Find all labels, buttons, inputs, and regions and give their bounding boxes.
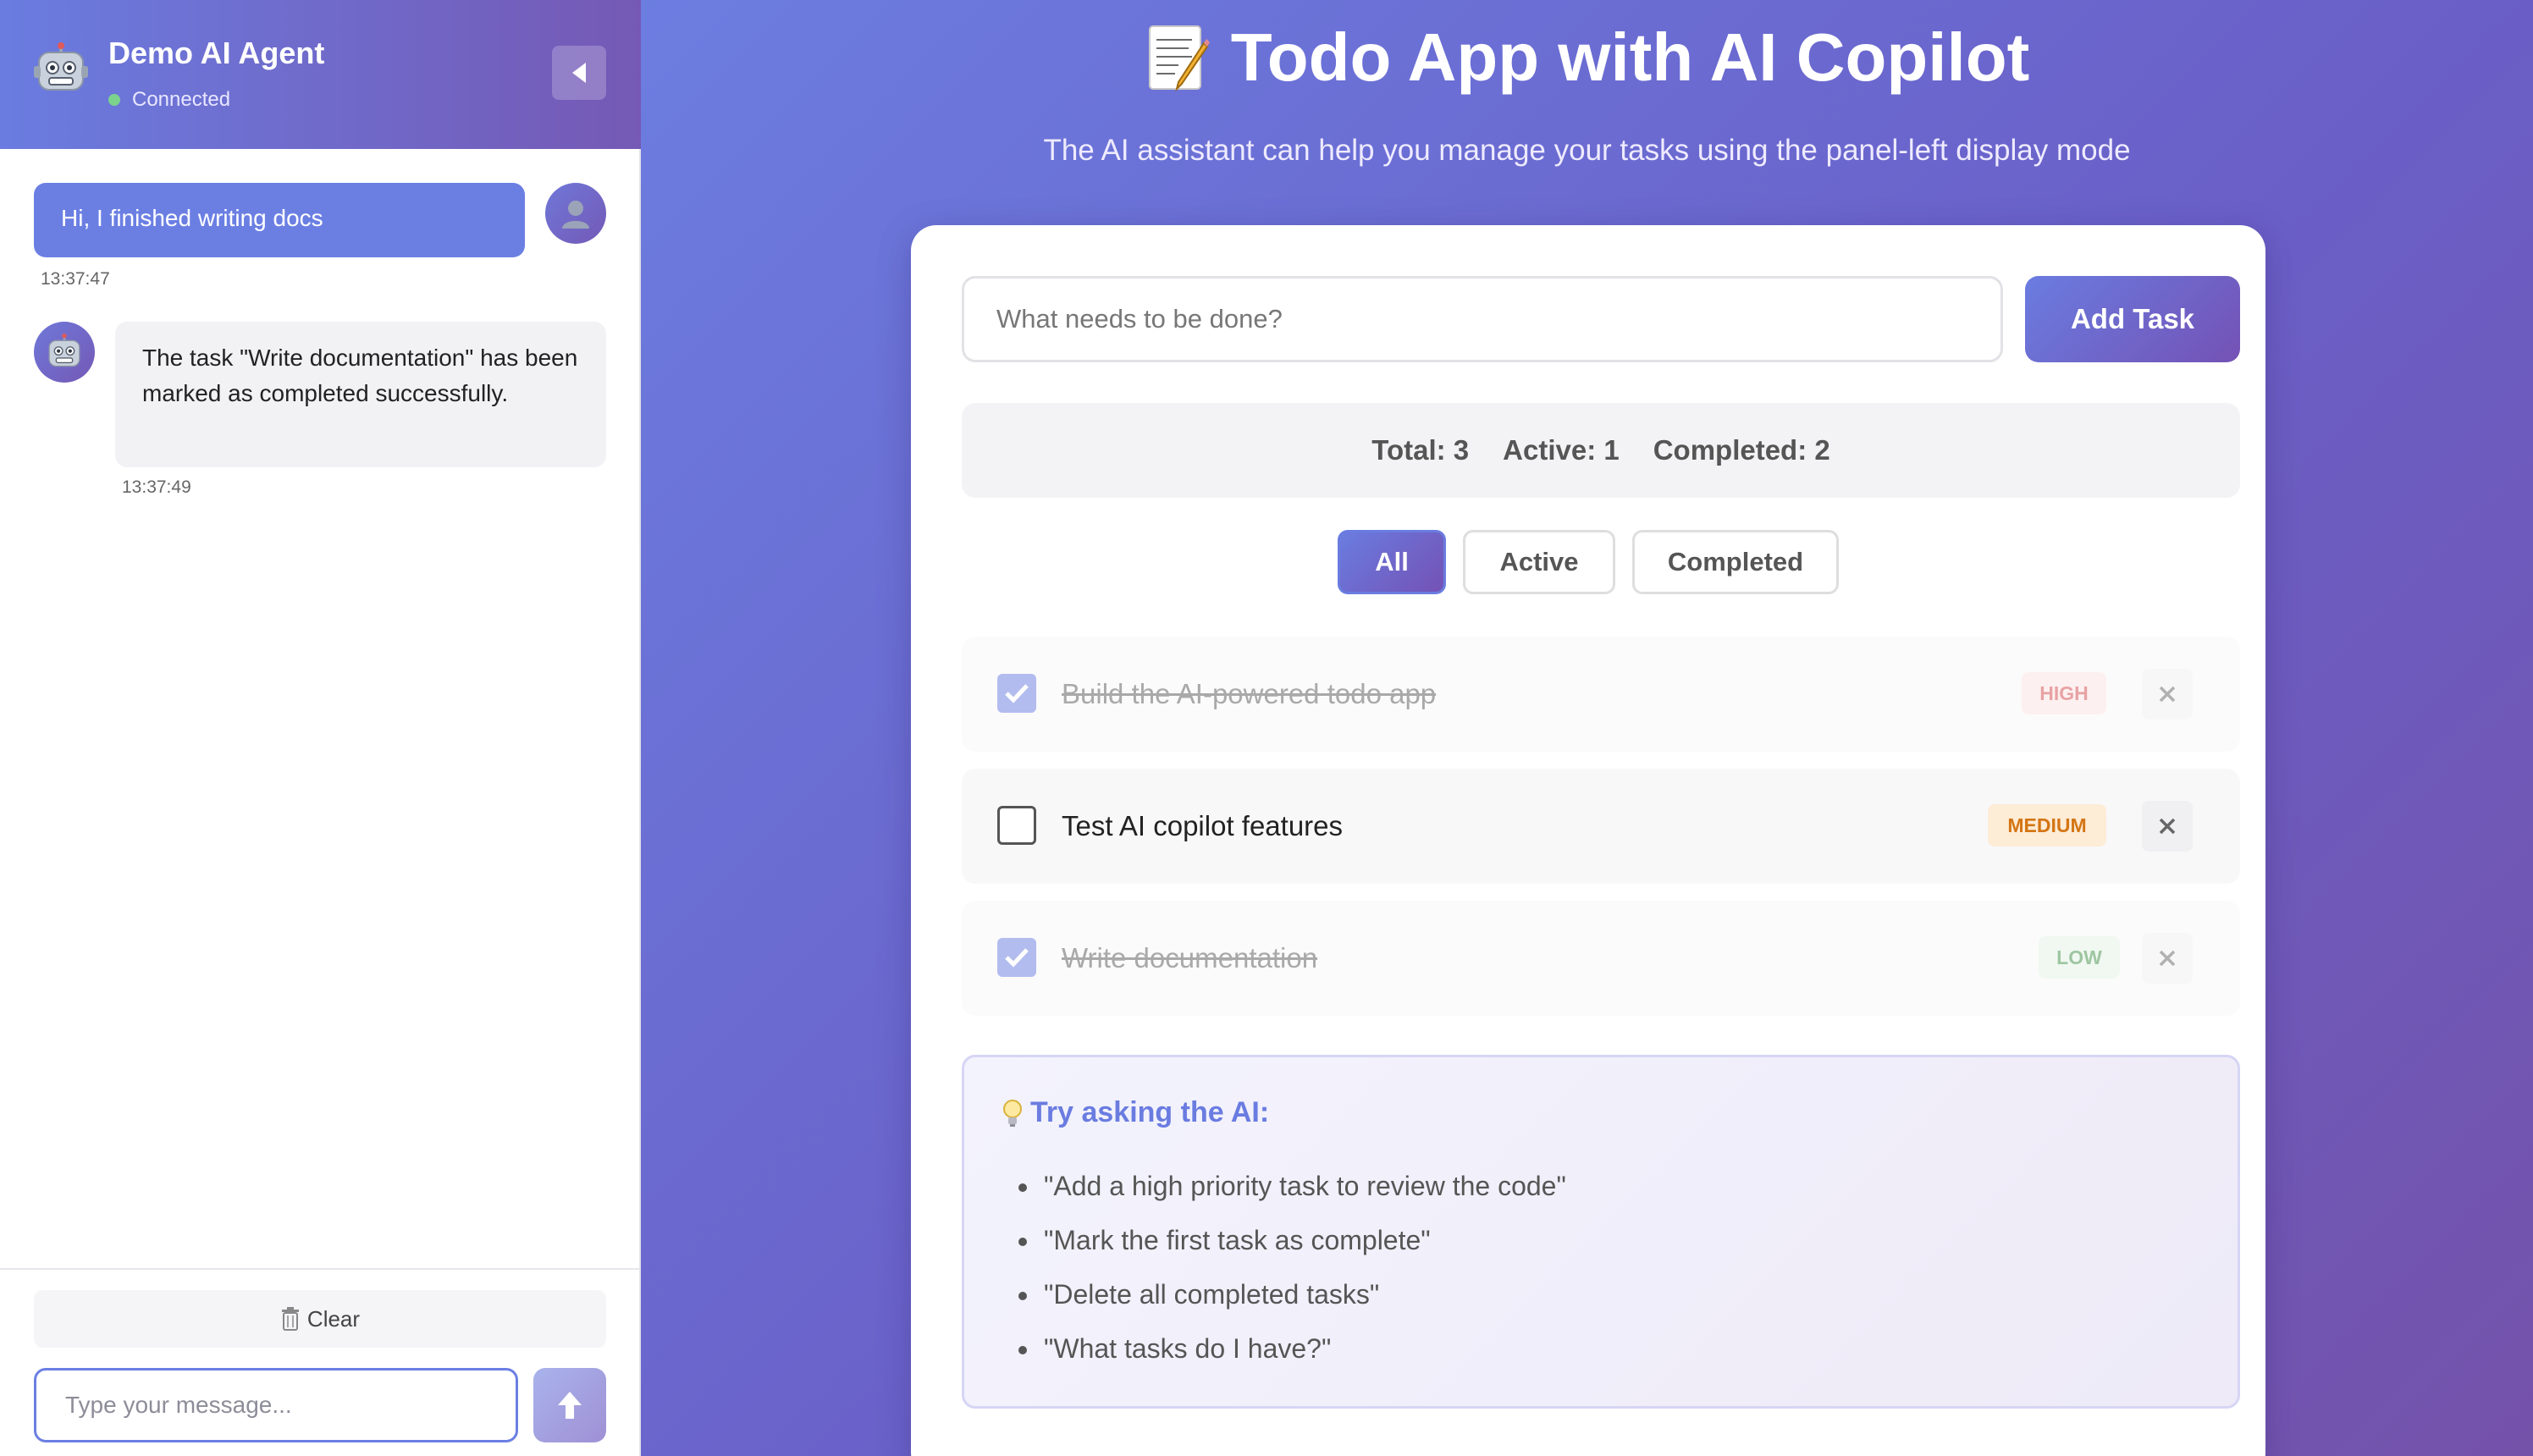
task-item: Write documentation LOW [962, 901, 2240, 1016]
checkmark-icon [1005, 684, 1029, 703]
filter-bar: All Active Completed [911, 530, 2265, 594]
delete-task-button[interactable] [2142, 801, 2193, 852]
tips-title: Try asking the AI: [1002, 1096, 1269, 1129]
arrow-up-icon [558, 1392, 582, 1419]
task-checkbox[interactable] [997, 938, 1036, 977]
task-label: Test AI copilot features [1062, 810, 1344, 841]
memo-icon [1148, 25, 1210, 92]
task-checkbox[interactable] [997, 806, 1036, 845]
filter-active-button[interactable]: Active [1463, 530, 1615, 594]
tips-title-text: Try asking the AI: [1030, 1096, 1270, 1128]
user-message-time: 13:37:47 [41, 269, 110, 289]
filter-all-button[interactable]: All [1338, 530, 1446, 594]
assistant-message-time: 13:37:49 [122, 477, 191, 497]
add-task-button[interactable]: Add Task [2025, 276, 2240, 362]
stat-completed: Completed: 2 [1653, 434, 1830, 466]
filter-completed-button[interactable]: Completed [1632, 530, 1839, 594]
task-checkbox[interactable] [997, 674, 1036, 713]
clear-label: Clear [306, 1305, 361, 1332]
agent-name: Demo AI Agent [108, 36, 325, 70]
page-title: Todo App with AI Copilot [641, 19, 2533, 97]
task-item: Test AI copilot features MEDIUM [962, 769, 2240, 884]
tips-list: "Add a high priority task to review the … [1040, 1159, 1566, 1376]
task-item: Build the AI-powered todo app HIGH [962, 637, 2240, 752]
close-icon [2159, 686, 2176, 703]
clear-chat-button[interactable]: Clear [34, 1290, 606, 1348]
priority-badge: MEDIUM [1988, 804, 2106, 847]
task-label: Write documentation [1062, 942, 1318, 973]
send-message-button[interactable] [533, 1368, 606, 1442]
task-label: Build the AI-powered todo app [1062, 678, 1437, 709]
tip-item: "Delete all completed tasks" [1040, 1267, 1566, 1321]
delete-task-button[interactable] [2142, 933, 2193, 984]
assistant-avatar [34, 322, 95, 383]
todo-card: Add Task Total: 3 Active: 1 Completed: 2… [911, 225, 2265, 1456]
status-dot [108, 94, 120, 106]
delete-task-button[interactable] [2142, 669, 2193, 720]
task-stats: Total: 3 Active: 1 Completed: 2 [962, 403, 2240, 498]
checkmark-icon [1005, 948, 1029, 968]
stat-total: Total: 3 [1371, 434, 1470, 466]
close-icon [2159, 950, 2176, 967]
caret-left-icon [572, 63, 586, 83]
tip-item: "Add a high priority task to review the … [1040, 1159, 1566, 1213]
page-title-text: Todo App with AI Copilot [1230, 19, 2030, 95]
status-text: Connected [132, 88, 231, 111]
tip-item: "Mark the first task as complete" [1040, 1213, 1566, 1267]
connection-status: Connected [108, 88, 230, 112]
chat-footer: Clear [0, 1268, 641, 1456]
main-area: Todo App with AI Copilot The AI assistan… [641, 0, 2533, 1456]
user-avatar [545, 183, 606, 244]
tip-item: "What tasks do I have?" [1040, 1321, 1566, 1376]
close-icon [2159, 818, 2176, 835]
ai-tips-box: Try asking the AI: "Add a high priority … [962, 1055, 2240, 1409]
collapse-sidebar-button[interactable] [552, 46, 606, 100]
stat-active: Active: 1 [1503, 434, 1620, 466]
user-message-bubble: Hi, I finished writing docs [34, 183, 525, 257]
chat-sidebar: Demo AI Agent Connected Hi, I finished w… [0, 0, 641, 1456]
robot-icon [48, 334, 80, 367]
robot-icon [34, 42, 88, 91]
assistant-message-bubble: The task "Write documentation" has been … [115, 322, 606, 467]
priority-badge: LOW [2039, 936, 2120, 979]
chat-message-input[interactable] [34, 1368, 518, 1442]
priority-badge: HIGH [2022, 672, 2106, 714]
lightbulb-icon [1003, 1099, 1022, 1127]
chat-header: Demo AI Agent Connected [0, 0, 641, 149]
new-task-input[interactable] [962, 276, 2003, 362]
trash-icon [281, 1307, 299, 1331]
page-subtitle: The AI assistant can help you manage you… [1043, 134, 2131, 167]
user-icon [562, 201, 589, 229]
